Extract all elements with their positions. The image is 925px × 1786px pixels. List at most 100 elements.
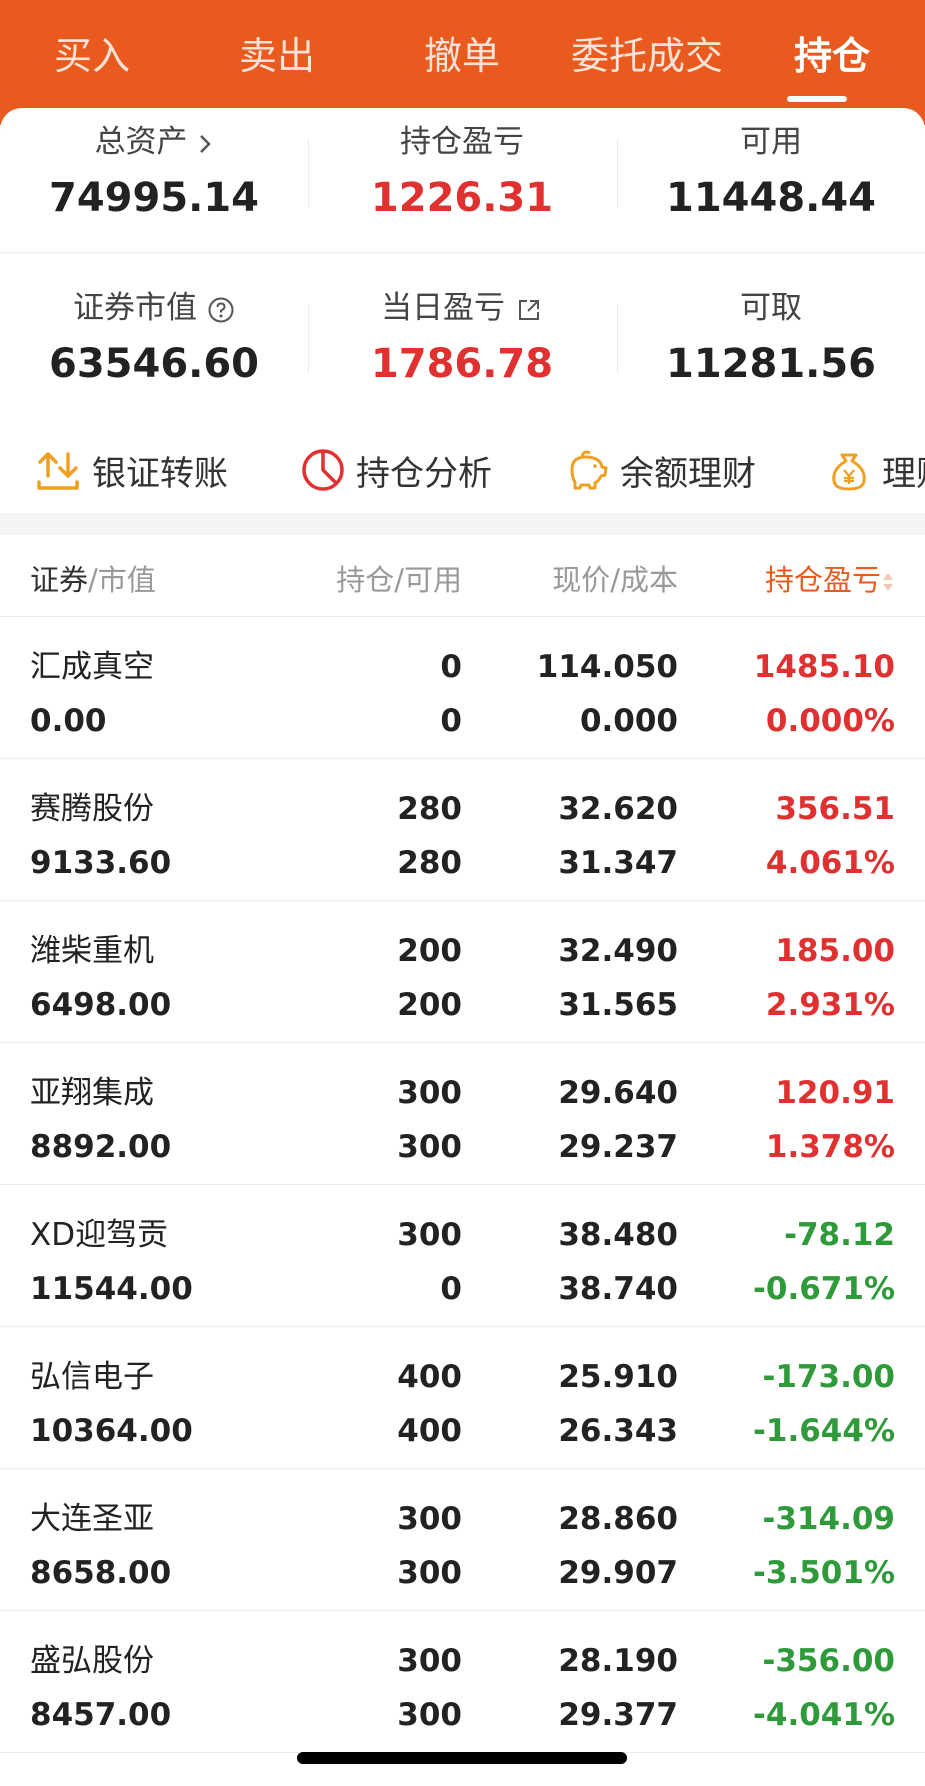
table-header: 证券/市值 持仓/可用 现价/成本 持仓盈亏: [0, 535, 925, 617]
cost-price: 26.343: [558, 1413, 678, 1449]
quick-action-label: 银证转账: [92, 453, 228, 494]
cost-price: 29.377: [558, 1697, 678, 1733]
header-price-cost[interactable]: 现价/成本: [552, 557, 678, 599]
current-price: 32.490: [558, 933, 678, 969]
security-name: 弘信电子: [30, 1359, 154, 1395]
position-pl: -78.12: [784, 1217, 895, 1253]
help-icon[interactable]: [207, 296, 235, 324]
position-pl-value: 1226.31: [370, 175, 554, 221]
money-bag-icon: [832, 453, 866, 491]
position-pl: 120.91: [775, 1075, 895, 1111]
position-qty: 200: [397, 933, 462, 969]
available-stat: 可用 11448.44: [617, 120, 925, 226]
security-name: 赛腾股份: [30, 791, 154, 827]
quick-action-balance-wealth[interactable]: 余额理财: [564, 440, 756, 500]
security-name: XD迎驾贡: [30, 1217, 169, 1253]
position-qty: 300: [397, 1217, 462, 1253]
available-qty: 300: [397, 1129, 462, 1165]
daily-pl-value: 1786.78: [370, 341, 554, 387]
available-qty: 300: [397, 1697, 462, 1733]
position-pl-percent: -4.041%: [753, 1697, 895, 1733]
external-link-icon[interactable]: [515, 296, 543, 324]
table-row[interactable]: 亚翔集成 8892.00 300 300 29.640 29.237 120.91 1.378…: [0, 1043, 925, 1185]
available-value: 11448.44: [665, 175, 877, 221]
market-value: 8457.00: [30, 1697, 172, 1733]
position-qty: 300: [397, 1643, 462, 1679]
position-qty: 0: [440, 649, 462, 685]
security-name: 潍柴重机: [30, 933, 154, 969]
market-value: 11544.00: [30, 1271, 193, 1307]
table-row[interactable]: XD迎驾贡 11544.00 300 0 38.480 38.740 -78.12 -0.67…: [0, 1185, 925, 1327]
quick-action-label: 理财: [882, 453, 925, 494]
position-pl: -356.00: [762, 1643, 896, 1679]
cost-price: 0.000: [579, 703, 678, 739]
divider: [0, 252, 925, 253]
position-qty: 400: [397, 1359, 462, 1395]
position-qty: 280: [397, 791, 462, 827]
total-assets-stat[interactable]: 总资产 74995.14: [0, 120, 308, 226]
cost-price: 31.565: [558, 987, 678, 1023]
available-qty: 280: [397, 845, 462, 881]
table-row[interactable]: 潍柴重机 6498.00 200 200 32.490 31.565 185.00 2.931…: [0, 901, 925, 1043]
tab-buy[interactable]: 买入: [54, 24, 130, 88]
current-price: 114.050: [536, 649, 678, 685]
position-pl-stat: 持仓盈亏 1226.31: [308, 120, 616, 226]
security-name: 汇成真空: [30, 649, 154, 685]
table-row[interactable]: 赛腾股份 9133.60 280 280 32.620 31.347 356.51 4.061…: [0, 759, 925, 901]
section-gap: [0, 513, 925, 535]
quick-action-label: 持仓分析: [356, 453, 492, 494]
quick-action-position-analysis[interactable]: 持仓分析: [300, 440, 492, 500]
header-position-available[interactable]: 持仓/可用: [336, 557, 462, 599]
tab-cancel-order[interactable]: 撤单: [424, 24, 500, 88]
header-security-market-value[interactable]: 证券/市值: [30, 557, 156, 599]
header-position-pl[interactable]: 持仓盈亏: [765, 557, 895, 599]
available-label: 可用: [740, 124, 802, 160]
position-pl-label: 持仓盈亏: [400, 124, 524, 160]
quick-action-wealth[interactable]: 理财: [826, 440, 925, 500]
daily-pl-label[interactable]: 当日盈亏: [308, 286, 616, 330]
withdrawable-stat: 可取 11281.56: [617, 286, 925, 392]
position-pl-percent: 0.000%: [765, 703, 895, 739]
positions-table: 证券/市值 持仓/可用 现价/成本 持仓盈亏 汇成真空 0.00 0 0 114.050…: [0, 535, 925, 1786]
table-row[interactable]: 盛弘股份 8457.00 300 300 28.190 29.377 -356.00 -4.0…: [0, 1611, 925, 1753]
available-qty: 0: [440, 1271, 462, 1307]
tab-orders-trades[interactable]: 委托成交: [571, 24, 723, 88]
security-name: 盛弘股份: [30, 1643, 154, 1679]
table-row[interactable]: 汇成真空 0.00 0 0 114.050 0.000 1485.10 0.000%: [0, 617, 925, 759]
table-row[interactable]: 大连圣亚 8658.00 300 300 28.860 29.907 -314.09 -3.5…: [0, 1469, 925, 1611]
withdrawable-value: 11281.56: [665, 341, 877, 387]
available-qty: 400: [397, 1413, 462, 1449]
position-pl: -173.00: [762, 1359, 896, 1395]
position-pl-percent: -3.501%: [753, 1555, 895, 1591]
top-nav-bar: 买入 卖出 撤单 委托成交 持仓: [0, 0, 925, 125]
chevron-right-icon: [200, 134, 212, 153]
position-pl-percent: 2.931%: [765, 987, 895, 1023]
tab-sell[interactable]: 卖出: [239, 24, 315, 88]
position-pl: 356.51: [775, 791, 895, 827]
market-value: 8658.00: [30, 1555, 172, 1591]
current-price: 29.640: [558, 1075, 678, 1111]
daily-pl-stat: 当日盈亏 1786.78: [308, 286, 616, 392]
market-value-stat: 证券市值 63546.60: [0, 286, 308, 392]
position-pl-percent: -1.644%: [753, 1413, 895, 1449]
position-qty: 300: [397, 1501, 462, 1537]
security-name: 亚翔集成: [30, 1075, 154, 1111]
quick-action-bank-transfer[interactable]: 银证转账: [34, 440, 228, 500]
tab-positions[interactable]: 持仓: [794, 24, 870, 88]
current-price: 38.480: [558, 1217, 678, 1253]
position-pl-percent: 1.378%: [765, 1129, 895, 1165]
total-assets-label[interactable]: 总资产: [0, 120, 308, 164]
market-value: 0.00: [30, 703, 107, 739]
available-qty: 300: [397, 1555, 462, 1591]
available-qty: 0: [440, 703, 462, 739]
cost-price: 31.347: [558, 845, 678, 881]
position-pl-percent: -0.671%: [753, 1271, 895, 1307]
active-tab-indicator: [787, 96, 847, 102]
market-value-label[interactable]: 证券市值: [0, 286, 308, 330]
current-price: 25.910: [558, 1359, 678, 1395]
table-row[interactable]: 弘信电子 10364.00 400 400 25.910 26.343 -173.00 -1.…: [0, 1327, 925, 1469]
position-pl-percent: 4.061%: [765, 845, 895, 881]
sort-icon: [883, 573, 893, 591]
pie-chart-icon: [302, 449, 344, 491]
home-indicator: [297, 1752, 627, 1764]
